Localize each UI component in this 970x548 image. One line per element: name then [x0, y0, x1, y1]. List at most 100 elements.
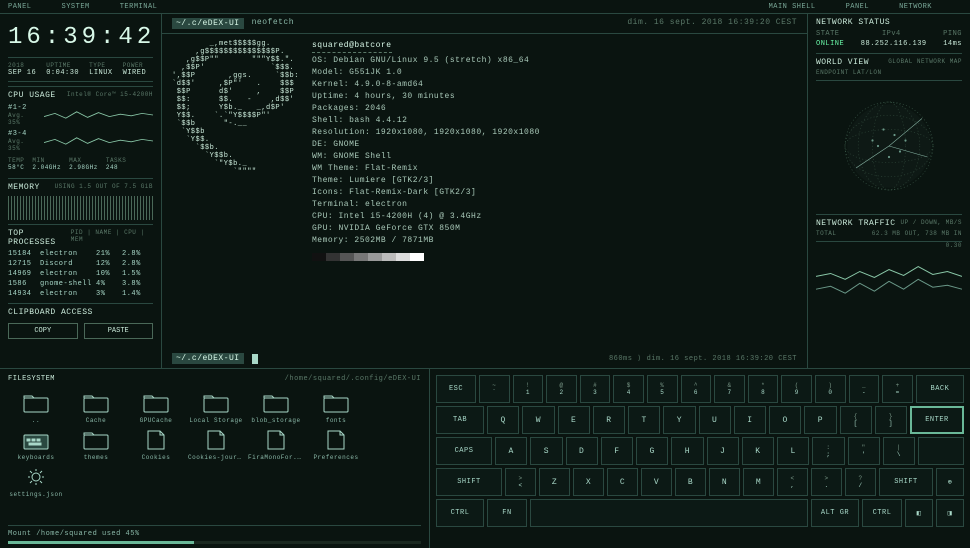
key-9[interactable]: (9 [781, 375, 812, 403]
process-row: 15184electron21%2.8% [8, 249, 153, 259]
fs-item[interactable]: Cache [68, 391, 124, 424]
key-\[interactable]: |\ [883, 437, 915, 465]
keyboard: ESC~`!1@2#3$4%5^6&7*8(9)0_-+=BACKTABQWER… [430, 369, 970, 548]
fs-item[interactable]: settings.json [8, 465, 64, 498]
fs-item[interactable]: Preferences [308, 428, 364, 461]
key-7[interactable]: &7 [714, 375, 745, 403]
date-row: 2018SEP 16 UPTIME0:04:30 TYPELINUX POWER… [8, 58, 153, 82]
fs-item[interactable]: Cookies-jour... [188, 428, 244, 461]
fs-item[interactable]: .. [8, 391, 64, 424]
key-'[interactable]: "' [848, 437, 880, 465]
key-o[interactable]: O [769, 406, 801, 434]
key-8[interactable]: *8 [748, 375, 779, 403]
key-ctrl[interactable]: CTRL [436, 499, 484, 527]
process-row: 1586gnome-shell4%3.8% [8, 279, 153, 289]
key-j[interactable]: J [707, 437, 739, 465]
key-][interactable]: }] [875, 406, 907, 434]
key-shift[interactable]: SHIFT [436, 468, 502, 496]
key-⊕[interactable]: ⊕ [936, 468, 964, 496]
key-1[interactable]: !1 [513, 375, 544, 403]
fs-item[interactable]: Local Storage [188, 391, 244, 424]
system-label: SYSTEM [62, 3, 90, 11]
key-b[interactable]: B [675, 468, 706, 496]
fs-item[interactable]: FiraMonoFor... [248, 428, 304, 461]
key-s[interactable]: S [530, 437, 562, 465]
folder-icon [320, 391, 352, 415]
key-space[interactable] [530, 499, 808, 527]
fs-item[interactable]: blob_storage [248, 391, 304, 424]
key-k[interactable]: K [742, 437, 774, 465]
folder-icon [200, 391, 232, 415]
key-f[interactable]: F [601, 437, 633, 465]
key-,[interactable]: <, [777, 468, 808, 496]
key-4[interactable]: $4 [613, 375, 644, 403]
fs-item[interactable]: Cookies [128, 428, 184, 461]
key-<[interactable]: >< [505, 468, 536, 496]
key-/[interactable]: ?/ [845, 468, 876, 496]
fs-item[interactable]: GPUCache [128, 391, 184, 424]
key-w[interactable]: W [522, 406, 554, 434]
key-y[interactable]: Y [663, 406, 695, 434]
key-alt gr[interactable]: ALT GR [811, 499, 859, 527]
terminal[interactable]: ~/.c/eDEX-UI neofetch dim. 16 sept. 2018… [162, 14, 808, 368]
key-p[interactable]: P [804, 406, 836, 434]
folder-kb-icon [20, 428, 52, 452]
key-l[interactable]: L [777, 437, 809, 465]
key-e[interactable]: E [558, 406, 590, 434]
key-t[interactable]: T [628, 406, 660, 434]
key-◧[interactable]: ◧ [905, 499, 933, 527]
key-;[interactable]: :; [812, 437, 844, 465]
fs-item[interactable]: keyboards [8, 428, 64, 461]
paste-button[interactable]: PASTE [84, 323, 154, 339]
key-[[interactable]: {[ [840, 406, 872, 434]
key-shift[interactable]: SHIFT [879, 468, 933, 496]
world-view-header: WORLD VIEWGLOBAL NETWORK MAP [816, 53, 962, 69]
copy-button[interactable]: COPY [8, 323, 78, 339]
key-g[interactable]: G [636, 437, 668, 465]
key-back[interactable]: BACK [916, 375, 964, 403]
key--[interactable]: _- [849, 375, 880, 403]
key-◨[interactable]: ◨ [936, 499, 964, 527]
key-3[interactable]: #3 [580, 375, 611, 403]
key-0[interactable]: )0 [815, 375, 846, 403]
key-fn[interactable]: FN [487, 499, 527, 527]
key-ctrl[interactable]: CTRL [862, 499, 902, 527]
key-n[interactable]: N [709, 468, 740, 496]
traffic-chart: 0.30 [816, 241, 962, 301]
key-2[interactable]: @2 [546, 375, 577, 403]
key-tab[interactable]: TAB [436, 406, 484, 434]
key-=[interactable]: += [882, 375, 913, 403]
key-c[interactable]: C [607, 468, 638, 496]
key-h[interactable]: H [671, 437, 703, 465]
key-enter[interactable]: ENTER [910, 406, 964, 434]
key-i[interactable]: I [734, 406, 766, 434]
terminal-path: ~/.c/eDEX-UI [172, 18, 244, 29]
key-z[interactable]: Z [539, 468, 570, 496]
memory-header: MEMORYUSING 1.5 OUT OF 7.5 GiB [8, 178, 153, 194]
key-x[interactable]: X [573, 468, 604, 496]
fs-item[interactable]: themes [68, 428, 124, 461]
ascii-logo: _,met$$$$$gg. ,g$$$$$$$$$$$$$$$P. ,g$$P"… [172, 40, 302, 343]
key-q[interactable]: Q [487, 406, 519, 434]
main-shell-label: MAIN SHELL [769, 3, 816, 11]
key-5[interactable]: %5 [647, 375, 678, 403]
cpu-core: #3-4Avg. 35% [8, 128, 153, 154]
key-`[interactable]: ~` [479, 375, 510, 403]
traffic-header: NETWORK TRAFFICUP / DOWN, MB/S [816, 214, 962, 230]
folder-icon [80, 428, 112, 452]
panel-label-2: PANEL [846, 3, 870, 11]
fs-item[interactable]: fonts [308, 391, 364, 424]
key-d[interactable]: D [566, 437, 598, 465]
key-a[interactable]: A [495, 437, 527, 465]
key-space[interactable] [918, 437, 964, 465]
key-v[interactable]: V [641, 468, 672, 496]
process-row: 14934electron3%1.4% [8, 289, 153, 299]
key-r[interactable]: R [593, 406, 625, 434]
key-6[interactable]: ^6 [681, 375, 712, 403]
key-caps[interactable]: CAPS [436, 437, 492, 465]
key-u[interactable]: U [699, 406, 731, 434]
key-m[interactable]: M [743, 468, 774, 496]
terminal-prompt[interactable]: ~/.c/eDEX-UI 860ms ⟩ dim. 16 sept. 2018 … [162, 349, 807, 368]
key-.[interactable]: >. [811, 468, 842, 496]
key-esc[interactable]: ESC [436, 375, 476, 403]
